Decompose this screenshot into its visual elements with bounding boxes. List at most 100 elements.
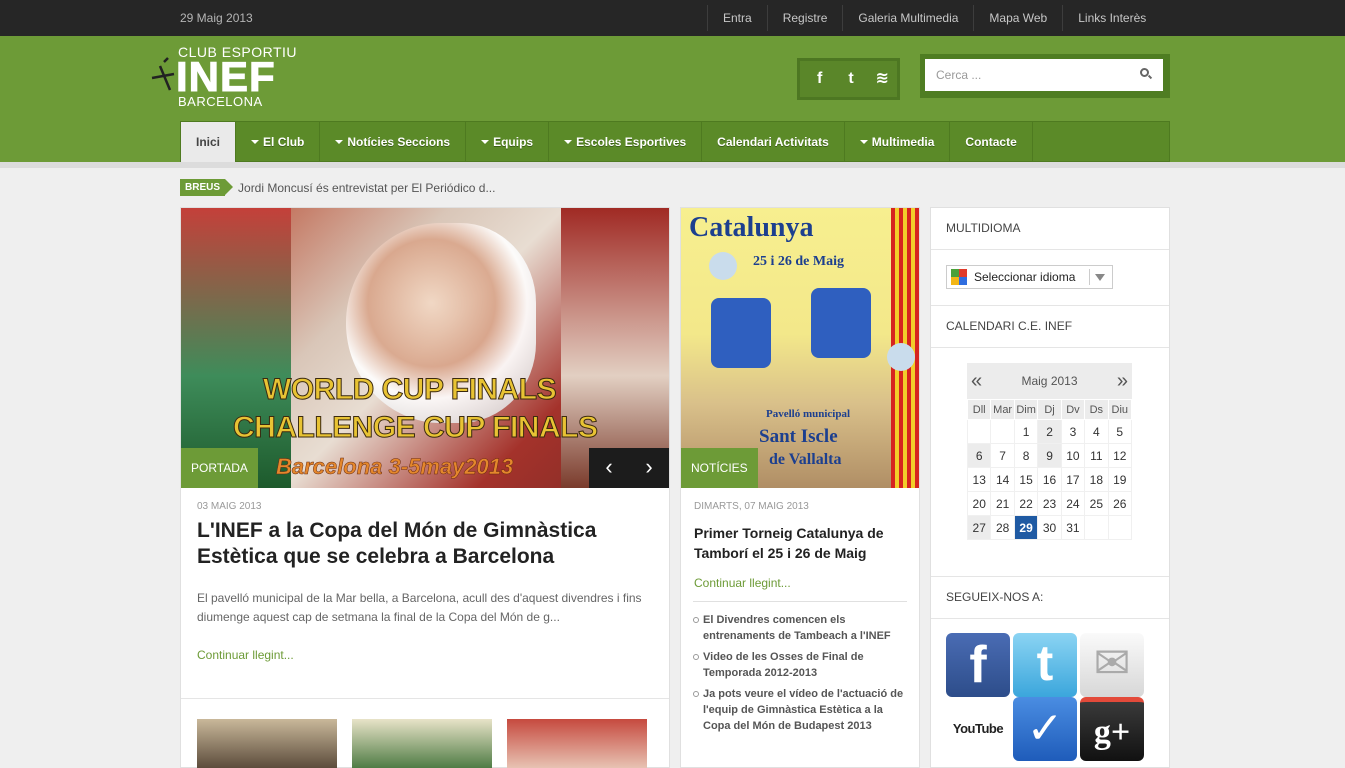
nav-item-equips[interactable]: Equips xyxy=(466,122,550,163)
read-more-link[interactable]: Continuar llegint... xyxy=(197,648,294,662)
calendar-day[interactable]: 6 xyxy=(966,443,992,468)
calendar-day[interactable]: 29 xyxy=(1013,515,1039,540)
widget-title-multiidioma: MULTIDIOMA xyxy=(931,208,1169,250)
site-logo[interactable]: CLUB ESPORTIU INEF BARCELONA xyxy=(150,44,305,109)
calendar-day[interactable]: 10 xyxy=(1060,443,1086,468)
post-excerpt: El pavelló municipal de la Mar bella, a … xyxy=(197,591,642,624)
calendar-day[interactable]: 21 xyxy=(990,491,1015,516)
featured-column: WORLD CUP FINALS CHALLENGE CUP FINALS Ba… xyxy=(180,207,670,768)
foursquare-icon[interactable]: ✓ xyxy=(1013,697,1077,761)
thumbnail-1[interactable] xyxy=(197,719,337,768)
divider xyxy=(181,698,669,699)
calendar-day-header: Dim xyxy=(1013,399,1039,420)
calendar-day[interactable]: 15 xyxy=(1013,467,1039,492)
nav-item-calendari-activitats[interactable]: Calendari Activitats xyxy=(702,122,845,163)
chevron-down-icon xyxy=(481,139,490,144)
login-link[interactable]: Entra xyxy=(707,5,767,31)
chevron-down-icon xyxy=(1095,274,1105,281)
youtube-icon[interactable]: YouTube xyxy=(946,697,1010,761)
category-tag-noticies[interactable]: NOTÍCIES xyxy=(681,448,758,488)
calendar-day[interactable]: 3 xyxy=(1060,419,1086,444)
google-plus-icon[interactable]: g+ xyxy=(1080,697,1144,761)
calendar-day[interactable]: 17 xyxy=(1060,467,1086,492)
calendar-day[interactable]: 16 xyxy=(1037,467,1062,492)
calendar-day[interactable]: 28 xyxy=(990,515,1015,540)
calendar-day[interactable]: 18 xyxy=(1084,467,1109,492)
news-date: DIMARTS, 07 MAIG 2013 xyxy=(694,501,809,512)
calendar-prev-button[interactable]: « xyxy=(971,363,982,399)
poster-venue-2: Sant Iscle xyxy=(759,426,838,447)
calendar-day-header: Dj xyxy=(1037,399,1062,420)
calendar-day[interactable]: 23 xyxy=(1037,491,1062,516)
list-item[interactable]: Video de les Osses de Final de Temporada… xyxy=(693,649,907,681)
post-title[interactable]: L'INEF a la Copa del Món de Gimnàstica E… xyxy=(197,518,637,570)
calendar-next-button[interactable]: » xyxy=(1117,363,1128,399)
calendar-day[interactable]: 8 xyxy=(1013,443,1039,468)
calendar-day[interactable]: 7 xyxy=(990,443,1015,468)
calendar-day[interactable]: 22 xyxy=(1013,491,1039,516)
thumbnail-3[interactable] xyxy=(507,719,647,768)
search-input[interactable]: Cerca ... xyxy=(925,59,1163,91)
calendar-empty-cell xyxy=(966,419,992,444)
news-column: Catalunya 25 i 26 de Maig Pavelló munici… xyxy=(680,207,920,768)
google-translate-icon xyxy=(951,269,967,285)
prev-arrow-icon[interactable]: ‹ xyxy=(589,448,629,488)
news-image[interactable]: Catalunya 25 i 26 de Maig Pavelló munici… xyxy=(681,208,919,488)
calendar-header: « Maig 2013 » xyxy=(967,363,1132,399)
calendar-day[interactable]: 27 xyxy=(966,515,992,540)
calendar-day[interactable]: 24 xyxy=(1060,491,1086,516)
list-item[interactable]: El Divendres comencen els entrenaments d… xyxy=(693,612,907,644)
sitemap-link[interactable]: Mapa Web xyxy=(973,5,1062,31)
calendar-day[interactable]: 20 xyxy=(966,491,992,516)
calendar-day[interactable]: 14 xyxy=(990,467,1015,492)
chevron-down-icon xyxy=(335,139,344,144)
search-icon[interactable] xyxy=(1140,68,1149,77)
news-read-more-link[interactable]: Continuar llegint... xyxy=(694,576,791,590)
language-select[interactable]: Seleccionar idioma xyxy=(946,265,1113,289)
calendar-day[interactable]: 2 xyxy=(1037,419,1062,444)
links-interes-link[interactable]: Links Interès xyxy=(1062,5,1161,31)
next-arrow-icon[interactable]: › xyxy=(629,448,669,488)
twitter-icon[interactable]: t xyxy=(1013,633,1077,697)
nav-item-noticies-seccions[interactable]: Notícies Seccions xyxy=(320,122,467,163)
calendar-day[interactable]: 1 xyxy=(1013,419,1039,444)
featured-image[interactable]: WORLD CUP FINALS CHALLENGE CUP FINALS Ba… xyxy=(181,208,669,488)
category-tag-portada[interactable]: PORTADA xyxy=(181,448,258,488)
nav-item-multimedia[interactable]: Multimedia xyxy=(845,122,951,163)
email-rss-icon[interactable]: ✉ xyxy=(1080,633,1144,697)
thumbnail-2[interactable] xyxy=(352,719,492,768)
poster-venue-1: Pavelló municipal xyxy=(766,408,851,420)
calendar-grid: Dll Mar Dim Dj Dv Ds Diu 1 2 3 4 5 6 7 8 9 10 11 12 13 14 15… xyxy=(966,399,1133,540)
nav-item-escoles-esportives[interactable]: Escoles Esportives xyxy=(549,122,703,163)
language-select-label: Seleccionar idioma xyxy=(974,270,1076,284)
breus-text[interactable]: Jordi Moncusí és entrevistat per El Peri… xyxy=(238,181,495,195)
calendar-day[interactable]: 19 xyxy=(1107,467,1133,492)
list-item[interactable]: Ja pots veure el vídeo de l'actuació de … xyxy=(693,686,907,734)
calendar-day[interactable]: 12 xyxy=(1107,443,1133,468)
nav-item-inici[interactable]: Inici xyxy=(181,122,237,163)
calendar-day[interactable]: 13 xyxy=(966,467,992,492)
register-link[interactable]: Registre xyxy=(766,5,843,31)
rss-icon[interactable]: ≋ xyxy=(868,64,897,94)
facebook-icon[interactable]: f xyxy=(805,64,834,94)
multimedia-gallery-link[interactable]: Galeria Multimedia xyxy=(842,5,973,31)
calendar-day[interactable]: 31 xyxy=(1060,515,1086,540)
top-bar: 29 Maig 2013 Entra Registre Galeria Mult… xyxy=(0,0,1345,36)
calendar-day[interactable]: 9 xyxy=(1037,443,1062,468)
nav-item-el-club[interactable]: El Club xyxy=(236,122,321,163)
calendar-day[interactable]: 5 xyxy=(1107,419,1133,444)
calendar-day[interactable]: 30 xyxy=(1037,515,1062,540)
news-title[interactable]: Primer Torneig Catalunya de Tamborí el 2… xyxy=(694,523,909,563)
calendar-day[interactable]: 26 xyxy=(1107,491,1133,516)
logo-line-2: INEF xyxy=(176,53,276,100)
calendar-day-header: Dll xyxy=(966,399,992,420)
nav-item-contacte[interactable]: Contacte xyxy=(950,122,1033,163)
hero-text-line2: CHALLENGE CUP FINALS xyxy=(232,411,598,445)
calendar-day[interactable]: 11 xyxy=(1084,443,1109,468)
calendar-day[interactable]: 4 xyxy=(1084,419,1109,444)
calendar-day[interactable]: 25 xyxy=(1084,491,1109,516)
current-date: 29 Maig 2013 xyxy=(180,11,253,25)
facebook-icon[interactable]: f xyxy=(946,633,1010,697)
twitter-icon[interactable]: t xyxy=(836,64,865,94)
calendar-day-header: Diu xyxy=(1107,399,1133,420)
